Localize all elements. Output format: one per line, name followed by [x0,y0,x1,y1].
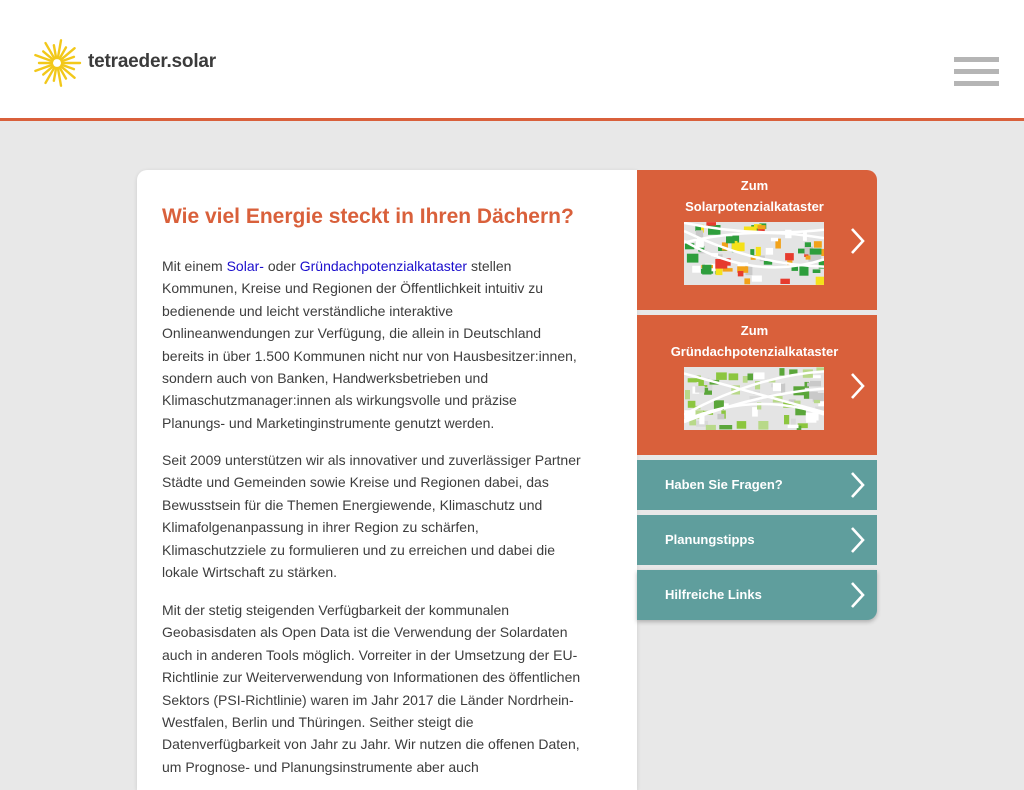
useful-links-label: Hilfreiche Links [665,587,762,602]
solar-link[interactable]: Solar- [227,258,264,274]
chevron-right-icon [851,527,865,553]
text-segment: Mit einem [162,258,227,274]
solar-map-thumbnail [684,222,824,285]
chevron-right-icon [851,582,865,608]
button-label-line1: Zum [740,178,769,193]
chevron-right-icon [851,472,865,498]
useful-links-button[interactable]: Hilfreiche Links [637,570,877,620]
planning-tips-button[interactable]: Planungstipps [637,515,877,565]
faq-label: Haben Sie Fragen? [665,477,783,492]
history-paragraph: Seit 2009 unterstützen wir als innovativ… [162,452,581,581]
intro-card: Wie viel Energie steckt in Ihren Dächern… [137,170,637,790]
greenroof-map-thumbnail [684,367,824,430]
text-segment: stellen Kommunen, Kreise und Regionen de… [162,258,577,431]
planning-tips-label: Planungstipps [665,532,755,547]
chevron-right-icon [851,228,865,254]
button-label-line1: Zum [740,323,769,338]
text-segment: oder [263,258,300,274]
sun-logo-icon[interactable] [31,38,83,88]
page-title: Wie viel Energie steckt in Ihren Dächern… [162,205,574,228]
button-label-line2: Gründachpotenzialkataster [670,344,839,359]
chevron-right-icon [851,373,865,399]
faq-button[interactable]: Haben Sie Fragen? [637,460,877,510]
site-header: tetraeder.solar [0,0,1024,121]
brand-name[interactable]: tetraeder.solar [88,51,216,73]
open-data-paragraph: Mit der stetig steigenden Verfügbarkeit … [162,602,581,775]
solarkataster-button[interactable]: Zum Solarpotenzialkataster [637,170,877,310]
menu-icon[interactable] [954,57,999,87]
gruendachkataster-button[interactable]: Zum Gründachpotenzialkataster [637,315,877,455]
button-label-line2: Solarpotenzialkataster [685,199,824,214]
intro-paragraph: Mit einem Solar- oder Gründachpotenzialk… [162,255,582,434]
gruendach-link[interactable]: Gründachpotenzialkataster [300,258,467,274]
